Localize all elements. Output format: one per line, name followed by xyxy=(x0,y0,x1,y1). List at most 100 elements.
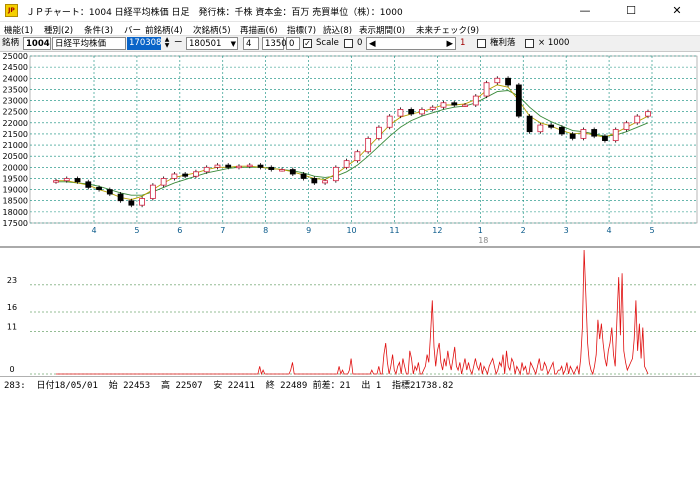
price-tick-label: 19500 xyxy=(3,174,28,183)
candle-body xyxy=(214,164,221,168)
period-input[interactable]: 4 xyxy=(243,37,259,50)
code-label: 銘柄 xyxy=(2,38,20,48)
menu-next-stock[interactable]: 次銘柄(5) xyxy=(193,24,231,36)
minimize-button[interactable]: — xyxy=(562,0,608,22)
month-tick-label: 6 xyxy=(177,226,182,235)
zero-input[interactable]: 0 xyxy=(286,37,300,50)
menu-display-period[interactable]: 表示期間(0) xyxy=(359,24,405,36)
toolbar: 銘柄 1004 日経平均株価 170308 ▲ ▼ ー 180501 ▼ 4 135… xyxy=(0,36,700,52)
candle-body xyxy=(160,178,167,186)
indicator-tick-label: 23 xyxy=(7,276,17,285)
candle-body xyxy=(376,126,382,139)
candle-body xyxy=(386,115,393,128)
candle-body xyxy=(182,173,189,177)
menu-type[interactable]: 種別(2) xyxy=(44,24,73,36)
candle-body xyxy=(343,160,350,168)
scale-zero-checkbox[interactable] xyxy=(344,39,353,48)
scale-value: 0 xyxy=(357,38,363,48)
month-tick-label: 9 xyxy=(306,226,311,235)
candle-body xyxy=(203,166,210,173)
blank-area xyxy=(0,390,700,488)
menu-redraw[interactable]: 再描画(6) xyxy=(240,24,278,36)
menu-bar-type[interactable]: バー xyxy=(124,24,141,36)
candle-body xyxy=(193,171,199,177)
candle-body xyxy=(117,193,124,202)
price-panel-frame xyxy=(29,55,698,224)
price-tick-label: 18000 xyxy=(3,208,28,217)
menu-prev-stock[interactable]: 前銘柄(4) xyxy=(145,24,183,36)
month-tick-label: 8 xyxy=(263,226,268,235)
window-title: ＪＰチャート：1004 日経平均株価 日足 発行株：千株 資本金：百万 売買単位… xyxy=(26,8,403,18)
menu-condition[interactable]: 条件(3) xyxy=(84,24,113,36)
page-scrollbar[interactable]: ◀ ▶ xyxy=(366,37,456,50)
candle-body xyxy=(139,198,146,206)
scroll-right-icon[interactable]: ▶ xyxy=(446,38,453,50)
candle-body xyxy=(634,115,641,124)
candle-body xyxy=(505,77,511,86)
candle-body xyxy=(548,124,555,128)
candle-body xyxy=(558,126,565,135)
candle-body xyxy=(279,169,285,172)
candle-body xyxy=(96,186,102,191)
candle-body xyxy=(171,173,178,179)
year-label: 18 xyxy=(478,236,488,245)
candle-body xyxy=(289,169,296,175)
count-input[interactable]: 1350 xyxy=(262,37,287,50)
candle-body xyxy=(494,77,501,84)
month-tick-label: 11 xyxy=(389,226,399,235)
scroll-left-icon[interactable]: ◀ xyxy=(369,38,376,50)
menu-future-check[interactable]: 未来チェック(9) xyxy=(416,24,479,36)
menu-indicator[interactable]: 指標(7) xyxy=(287,24,316,36)
price-tick-label: 23500 xyxy=(3,85,28,94)
scale-checkbox[interactable]: ✓ xyxy=(303,39,312,48)
candle-body xyxy=(419,109,425,115)
price-tick-label: 21500 xyxy=(3,130,28,139)
chart-area: 25000 24500 24000 23500 23000 22500 22000 21500… xyxy=(0,52,700,376)
month-tick-label: 2 xyxy=(521,226,526,235)
candle-body xyxy=(569,133,576,139)
price-tick-label: 19000 xyxy=(3,186,28,195)
candle-body xyxy=(53,180,59,183)
candle-body xyxy=(300,173,307,179)
price-tick-label: 17500 xyxy=(3,219,28,228)
candle-body xyxy=(225,164,232,168)
price-tick-label: 20500 xyxy=(3,152,28,161)
price-tick-label: 25000 xyxy=(3,52,28,61)
dividend-checkbox[interactable] xyxy=(477,39,486,48)
month-tick-label: 5 xyxy=(649,226,654,235)
code-input[interactable]: 1004 xyxy=(23,37,51,50)
candle-body xyxy=(149,184,156,199)
candle-body xyxy=(451,102,458,106)
menu-load[interactable]: 読込(8) xyxy=(323,24,352,36)
candle-body xyxy=(526,115,533,133)
candle-body xyxy=(408,109,415,115)
page-number: 1 xyxy=(460,38,466,48)
candle-body xyxy=(515,84,522,117)
close-button[interactable]: ✕ xyxy=(654,0,700,22)
candle-body xyxy=(602,135,608,142)
candle-body xyxy=(472,95,479,106)
month-tick-label: 5 xyxy=(134,226,139,235)
indicator-tick-label: 0 xyxy=(9,365,14,374)
candle-body xyxy=(612,129,619,142)
start-date-input[interactable]: 170308 xyxy=(127,37,161,50)
multiplier-label: × 1000 xyxy=(538,38,570,48)
menu-bar: 機能(1) 種別(2) 条件(3) バー 前銘柄(4) 次銘柄(5) 再描画(6… xyxy=(0,22,700,36)
candle-body xyxy=(257,164,264,168)
menu-function[interactable]: 機能(1) xyxy=(4,24,33,36)
candle-body xyxy=(63,178,70,182)
multiplier-checkbox[interactable] xyxy=(525,39,534,48)
month-tick-label: 3 xyxy=(564,226,569,235)
name-field: 日経平均株価 xyxy=(52,37,126,50)
candle-body xyxy=(365,137,372,153)
end-date-combo[interactable]: 180501 ▼ xyxy=(186,37,238,50)
indicator-tick-label: 16 xyxy=(7,303,17,312)
candle-body xyxy=(591,129,598,137)
candle-body xyxy=(354,151,361,162)
candle-body xyxy=(332,166,339,182)
chart-svg: 25000 24500 24000 23500 23000 22500 22000 21500… xyxy=(0,52,700,376)
month-tick-label: 4 xyxy=(91,226,96,235)
maximize-button[interactable]: ☐ xyxy=(608,0,654,22)
date-spinner[interactable]: ▲ ▼ xyxy=(162,37,172,50)
month-tick-label: 4 xyxy=(607,226,612,235)
